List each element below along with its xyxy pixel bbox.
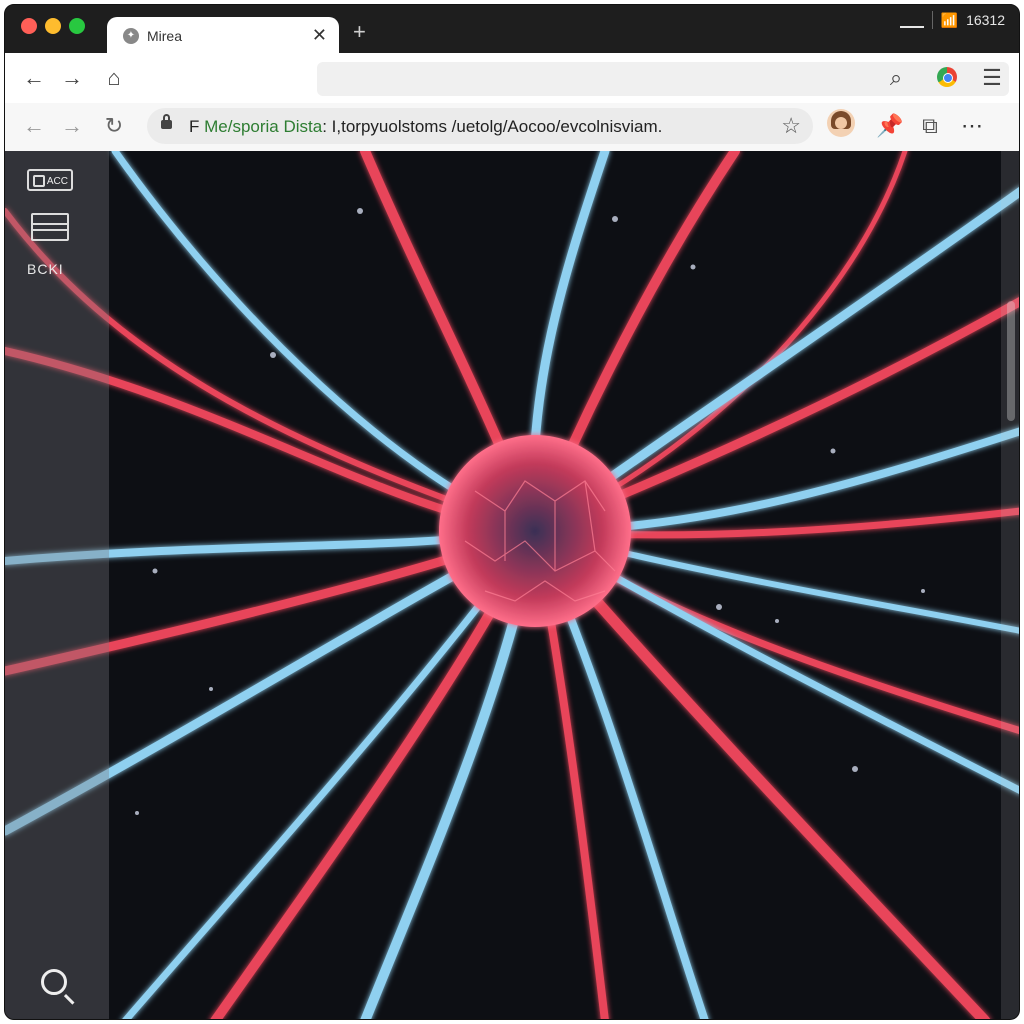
side-panel: ACC BCKI — [5, 151, 109, 1019]
sidebar-item-acc[interactable]: ACC — [27, 169, 73, 191]
sidebar-item-acc-label: ACC — [46, 176, 68, 187]
more-options-icon[interactable]: ⋯ — [959, 113, 985, 139]
tab-favicon-icon: ✦ — [123, 28, 139, 44]
sidebar-label: BCKI — [27, 261, 64, 277]
scrollbar-thumb[interactable] — [1007, 301, 1015, 421]
home-icon[interactable]: ⌂ — [101, 65, 127, 91]
neuron-illustration — [5, 151, 1019, 1019]
minimize-window-button[interactable] — [45, 18, 61, 34]
forward-icon[interactable]: → — [59, 65, 85, 91]
lock-icon — [161, 114, 172, 129]
search-icon[interactable]: ⌕ — [883, 65, 909, 91]
scrollbar[interactable] — [1001, 151, 1019, 1019]
system-status: 📶 16312 — [899, 9, 1005, 31]
back-icon-secondary[interactable]: ← — [21, 113, 47, 139]
reload-icon[interactable]: ↻ — [101, 113, 127, 139]
divider — [931, 11, 933, 29]
browser-window: ✦ Mirea ✕ + 📶 16312 ← → ⌂ ⌕ ☰ ← → ↻ F Me… — [4, 4, 1020, 1020]
pin-extension-icon[interactable]: 📌 — [876, 113, 903, 139]
neuron-soma — [439, 435, 631, 627]
copy-icon[interactable]: ⧉ — [917, 113, 943, 139]
status-time: 16312 — [966, 12, 1005, 28]
bookmark-star-icon[interactable]: ☆ — [781, 113, 801, 139]
chrome-logo-icon[interactable] — [937, 67, 957, 87]
page-content: ACC BCKI — [5, 151, 1019, 1019]
sidebar-search-icon[interactable] — [41, 969, 67, 995]
tab-title: Mirea — [147, 28, 183, 44]
url-site: Me/sporia Dista — [204, 117, 323, 136]
maximize-window-button[interactable] — [69, 18, 85, 34]
url-prefix: F — [189, 117, 200, 136]
menu-icon[interactable]: ☰ — [979, 65, 1005, 91]
close-window-button[interactable] — [21, 18, 37, 34]
sidebar-item-list[interactable] — [31, 213, 69, 241]
minimize-indicator-icon — [899, 12, 924, 28]
forward-icon-secondary[interactable]: → — [59, 113, 85, 139]
top-toolbar: ← → ⌂ ⌕ ☰ — [5, 53, 1019, 104]
new-tab-button[interactable]: + — [353, 19, 366, 45]
tab-close-icon[interactable]: ✕ — [312, 25, 327, 46]
url-text[interactable]: F Me/sporia Dista: I,torpyuolstoms /ueto… — [189, 117, 662, 137]
address-toolbar: ← → ↻ F Me/sporia Dista: I,torpyuolstoms… — [5, 103, 1019, 152]
title-bar: ✦ Mirea ✕ + 📶 16312 — [5, 5, 1019, 55]
back-icon[interactable]: ← — [21, 65, 47, 91]
url-path: : I,torpyuolstoms /uetolg/Aocoo/evcolnis… — [322, 117, 663, 136]
browser-tab[interactable]: ✦ Mirea ✕ — [107, 17, 339, 55]
address-bar[interactable]: F Me/sporia Dista: I,torpyuolstoms /ueto… — [147, 108, 813, 144]
wifi-icon: 📶 — [940, 11, 959, 28]
profile-avatar[interactable] — [827, 109, 855, 137]
